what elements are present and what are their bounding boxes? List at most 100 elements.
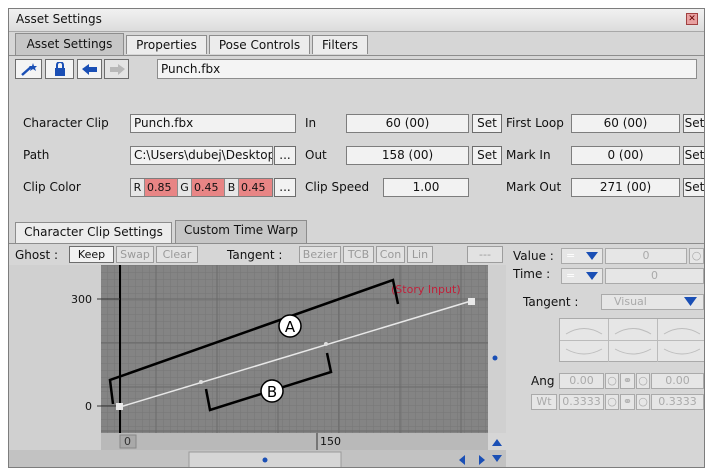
- tangent-preset-grid: [559, 318, 704, 362]
- tangent-mode-label: Tangent :: [523, 295, 579, 309]
- value-field[interactable]: 0: [605, 248, 687, 264]
- wt-left-reset[interactable]: ○: [605, 394, 619, 410]
- tangent-mode-dropdown[interactable]: Visual: [601, 294, 704, 310]
- path-label: Path: [23, 148, 50, 162]
- time-field[interactable]: 0: [605, 268, 704, 284]
- tangent-curve-icon: [565, 328, 701, 355]
- scroll-dot[interactable]: [492, 355, 498, 361]
- mark-out-set-button[interactable]: Set: [683, 178, 704, 197]
- y-label-0: 0: [85, 400, 92, 413]
- tab-asset-settings[interactable]: Asset Settings: [15, 33, 124, 55]
- swap-button[interactable]: Swap: [116, 246, 154, 263]
- main-tabs: Asset Settings Properties Pose Controls …: [9, 33, 704, 55]
- clip-speed-field[interactable]: 1.00: [383, 178, 469, 197]
- close-icon[interactable]: ✕: [686, 13, 698, 25]
- title-bar: Asset Settings ✕: [9, 9, 704, 32]
- forward-button[interactable]: [104, 59, 129, 79]
- time-label: Time :: [513, 267, 551, 281]
- mark-out-label: Mark Out: [506, 180, 562, 194]
- ang-right-reset[interactable]: ○: [636, 373, 650, 389]
- callout-a-label: A: [285, 318, 296, 336]
- chevron-down-icon: [586, 252, 598, 260]
- clip-speed-label: Clip Speed: [305, 180, 370, 194]
- back-button[interactable]: [77, 59, 102, 79]
- key-properties-panel: Value : = 0 ○ Time : = 0 Tangent : Visua…: [509, 248, 704, 467]
- path-field[interactable]: C:\Users\dubej\Desktop: [130, 146, 273, 165]
- lock-icon: [55, 62, 65, 76]
- callout-b-label: B: [267, 383, 277, 401]
- ang-right-field[interactable]: 0.00: [651, 373, 704, 389]
- first-loop-field[interactable]: 60 (00): [571, 114, 680, 133]
- asset-settings-window: Asset Settings ✕ Asset Settings Properti…: [8, 8, 705, 468]
- wand-button[interactable]: [15, 59, 42, 79]
- time-operator-dropdown[interactable]: =: [561, 268, 603, 284]
- first-loop-label: First Loop: [506, 116, 564, 130]
- lin-button[interactable]: Lin: [407, 246, 433, 263]
- bezier-button[interactable]: Bezier: [299, 246, 341, 263]
- ang-left-field[interactable]: 0.00: [559, 373, 604, 389]
- tab-filters[interactable]: Filters: [312, 35, 368, 54]
- keep-button[interactable]: Keep: [69, 246, 114, 263]
- character-clip-field[interactable]: Punch.fbx: [130, 114, 296, 133]
- path-browse-button[interactable]: ...: [274, 146, 296, 165]
- clear-button[interactable]: Clear: [156, 246, 198, 263]
- mark-in-set-button[interactable]: Set: [683, 146, 704, 165]
- ang-label: Ang: [531, 374, 555, 388]
- value-operator-dropdown[interactable]: =: [561, 248, 603, 264]
- link-icon[interactable]: ⚭: [620, 373, 635, 389]
- out-set-button[interactable]: Set: [472, 146, 502, 165]
- tab-character-clip-settings[interactable]: Character Clip Settings: [15, 222, 172, 243]
- first-loop-set-button[interactable]: Set: [683, 114, 704, 133]
- curve-key-end[interactable]: [468, 298, 475, 305]
- mark-out-field[interactable]: 271 (00): [571, 178, 680, 197]
- window-title: Asset Settings: [16, 12, 102, 26]
- wt-left-field[interactable]: 0.3333: [559, 394, 604, 410]
- tab-properties[interactable]: Properties: [126, 35, 207, 54]
- out-field[interactable]: 158 (00): [346, 146, 469, 165]
- b-value[interactable]: 0.45: [239, 179, 272, 196]
- y-label-300: 300: [71, 293, 92, 306]
- tab-custom-time-warp[interactable]: Custom Time Warp: [175, 220, 307, 243]
- wand-icon: [21, 63, 37, 76]
- in-set-button[interactable]: Set: [472, 114, 502, 133]
- r-value[interactable]: 0.85: [145, 179, 177, 196]
- lock-button[interactable]: [45, 59, 74, 79]
- value-label: Value :: [513, 249, 554, 263]
- asset-settings-panel: Punch.fbx Character Clip Punch.fbx In 60…: [9, 55, 704, 468]
- link-icon[interactable]: ⚭: [620, 394, 635, 410]
- character-clip-label: Character Clip: [23, 116, 109, 130]
- g-value[interactable]: 0.45: [192, 179, 224, 196]
- filename-display: Punch.fbx: [157, 59, 697, 79]
- wt-label: Wt: [531, 394, 557, 410]
- curve-key-start[interactable]: [116, 403, 123, 410]
- x-label-150: 150: [320, 435, 341, 448]
- out-label: Out: [305, 148, 327, 162]
- in-label: In: [305, 116, 317, 130]
- time-warp-graph[interactable]: 300 0 (Story Input) A B 0 150: [9, 265, 506, 468]
- clip-color-field[interactable]: R 0.85 G 0.45 B 0.45: [130, 178, 273, 197]
- tcb-button[interactable]: TCB: [343, 246, 374, 263]
- r-label: R: [131, 179, 145, 196]
- story-input-label: (Story Input): [391, 283, 461, 296]
- b-label: B: [224, 179, 239, 196]
- ang-left-reset[interactable]: ○: [605, 373, 619, 389]
- x-label-0: 0: [124, 435, 131, 448]
- ghost-label: Ghost :: [15, 248, 59, 262]
- chevron-down-icon: [684, 297, 697, 306]
- clip-color-label: Clip Color: [23, 180, 81, 194]
- tab-pose-controls[interactable]: Pose Controls: [209, 35, 310, 54]
- g-label: G: [177, 179, 192, 196]
- con-button[interactable]: Con: [376, 246, 405, 263]
- value-reset-button[interactable]: ○: [689, 248, 704, 264]
- dash-button[interactable]: ---: [467, 246, 503, 263]
- mark-in-field[interactable]: 0 (00): [571, 146, 680, 165]
- tangent-label: Tangent :: [227, 248, 283, 262]
- wt-right-reset[interactable]: ○: [636, 394, 650, 410]
- time-ruler[interactable]: [101, 433, 488, 450]
- clip-color-browse-button[interactable]: ...: [274, 178, 296, 197]
- clip-subtabs: Character Clip Settings Custom Time Warp: [9, 220, 704, 243]
- chevron-down-icon: [586, 272, 598, 280]
- forward-arrow-icon: [110, 64, 125, 75]
- wt-right-field[interactable]: 0.3333: [651, 394, 704, 410]
- in-field[interactable]: 60 (00): [346, 114, 469, 133]
